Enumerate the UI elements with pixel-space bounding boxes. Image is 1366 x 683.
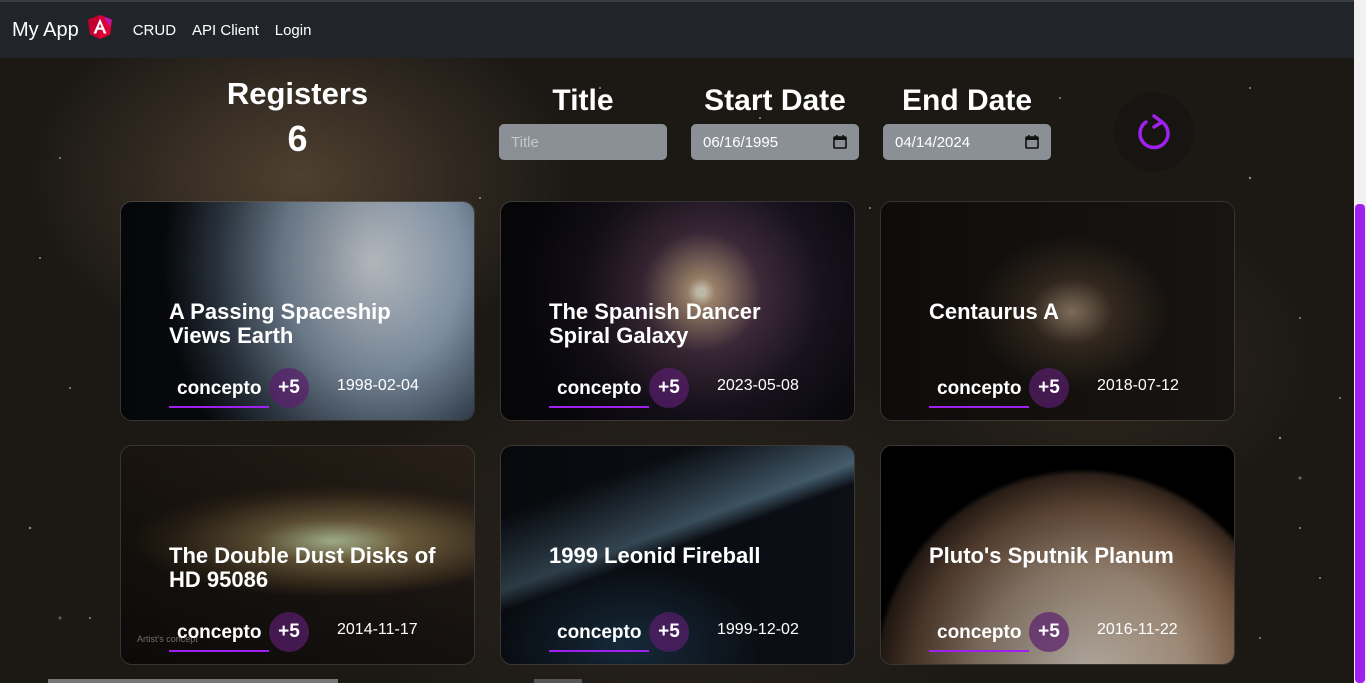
card-tag[interactable]: concepto <box>169 616 269 652</box>
nav-link-login[interactable]: Login <box>275 22 312 39</box>
card-tag[interactable]: concepto <box>549 616 649 652</box>
angular-logo-icon <box>87 14 112 40</box>
card-more-tags-badge[interactable]: +5 <box>269 612 309 652</box>
card-double-dust-disks[interactable]: Artist's concept The Double Dust Disks o… <box>120 445 475 665</box>
registers-counter: Registers 6 <box>210 76 385 160</box>
card-centaurus-a[interactable]: Centaurus A concepto +5 2018-07-12 <box>880 201 1235 421</box>
card-date: 1998-02-04 <box>337 377 419 394</box>
nav-link-api-client[interactable]: API Client <box>192 22 259 39</box>
horizontal-scrollbar[interactable] <box>48 679 338 683</box>
title-filter-label: Title <box>552 84 614 117</box>
card-tag[interactable]: concepto <box>929 616 1029 652</box>
start-date-input[interactable]: 06/16/1995 <box>691 124 859 160</box>
end-date-input[interactable]: 04/14/2024 <box>883 124 1051 160</box>
refresh-icon <box>1138 114 1170 150</box>
nav-link-crud[interactable]: CRUD <box>133 22 176 39</box>
start-date-filter: Start Date 06/16/1995 <box>691 84 859 160</box>
card-leonid-fireball[interactable]: 1999 Leonid Fireball concepto +5 1999-12… <box>500 445 855 665</box>
card-more-tags-badge[interactable]: +5 <box>269 368 309 408</box>
card-more-tags-badge[interactable]: +5 <box>1029 368 1069 408</box>
calendar-icon[interactable] <box>833 135 847 149</box>
end-date-filter: End Date 04/14/2024 <box>883 84 1051 160</box>
card-date: 2023-05-08 <box>717 377 799 394</box>
top-navbar: My App CRUD API Client Login <box>0 0 1354 58</box>
brand-title[interactable]: My App <box>12 19 79 42</box>
card-tag[interactable]: concepto <box>929 372 1029 408</box>
title-filter: Title Title <box>499 84 667 160</box>
card-title: Pluto's Sputnik Planum <box>929 543 1174 568</box>
registers-count: 6 <box>287 118 308 159</box>
card-tag[interactable]: concepto <box>549 372 649 408</box>
card-date: 2018-07-12 <box>1097 377 1179 394</box>
title-filter-input[interactable]: Title <box>499 124 667 160</box>
card-date: 2016-11-22 <box>1097 621 1178 638</box>
card-spanish-dancer[interactable]: The Spanish Dancer Spiral Galaxy concept… <box>500 201 855 421</box>
refresh-button[interactable] <box>1114 92 1194 172</box>
registers-label: Registers <box>226 76 369 111</box>
horizontal-scrollbar-segment <box>534 679 582 683</box>
title-filter-placeholder: Title <box>511 133 539 151</box>
calendar-icon[interactable] <box>1025 135 1039 149</box>
card-more-tags-badge[interactable]: +5 <box>649 368 689 408</box>
card-more-tags-badge[interactable]: +5 <box>1029 612 1069 652</box>
end-date-label: End Date <box>901 84 1033 117</box>
end-date-value: 04/14/2024 <box>895 133 971 151</box>
start-date-value: 06/16/1995 <box>703 133 779 151</box>
card-more-tags-badge[interactable]: +5 <box>649 612 689 652</box>
card-title: 1999 Leonid Fireball <box>549 543 761 568</box>
card-date: 1999-12-02 <box>717 621 799 638</box>
card-title: The Double Dust Disks of HD 95086 <box>169 543 436 592</box>
card-title: Centaurus A <box>929 299 1059 324</box>
card-title: A Passing Spaceship Views Earth <box>169 299 391 348</box>
start-date-label: Start Date <box>704 84 846 117</box>
card-a-passing-spaceship[interactable]: A Passing Spaceship Views Earth concepto… <box>120 201 475 421</box>
card-title: The Spanish Dancer Spiral Galaxy <box>549 299 761 348</box>
vertical-scrollbar-thumb[interactable] <box>1355 204 1365 683</box>
card-tag[interactable]: concepto <box>169 372 269 408</box>
card-pluto-sputnik[interactable]: Pluto's Sputnik Planum concepto +5 2016-… <box>880 445 1235 665</box>
card-date: 2014-11-17 <box>337 621 418 638</box>
